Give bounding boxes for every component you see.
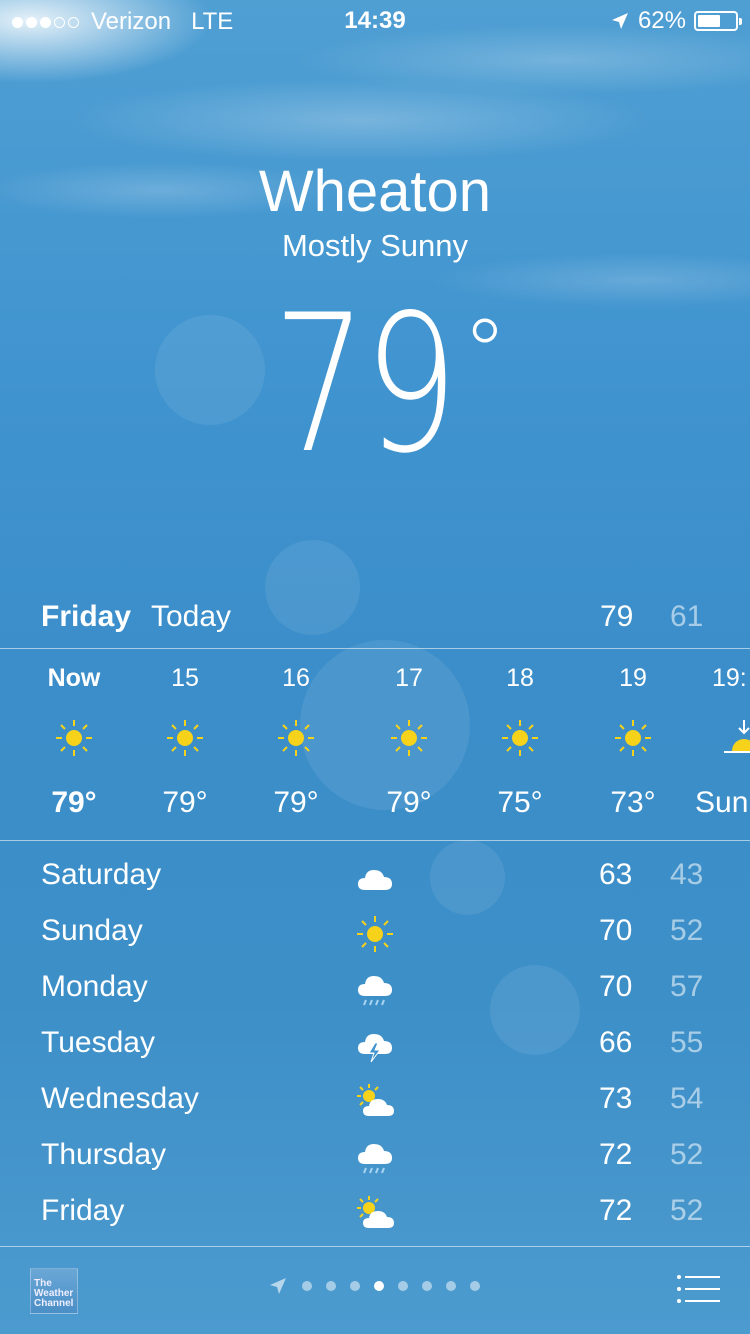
page-dot[interactable] — [302, 1281, 312, 1291]
battery-percent: 62% — [637, 7, 686, 34]
today-high: 79 — [600, 600, 634, 633]
today-day: Friday — [41, 600, 132, 633]
daily-row: Friday 72 52 — [0, 1184, 750, 1240]
location-arrow-icon — [270, 1278, 286, 1294]
day-name: Tuesday — [41, 1026, 155, 1059]
sun-icon — [278, 720, 314, 756]
page-indicator[interactable] — [268, 1276, 480, 1296]
day-low: 52 — [670, 1138, 704, 1171]
location-arrow-icon — [611, 13, 628, 29]
page-dot[interactable] — [350, 1281, 360, 1291]
page-dot[interactable] — [470, 1281, 480, 1291]
sun-icon — [167, 720, 203, 756]
current-condition: Mostly Sunny — [281, 228, 469, 263]
hourly-item: Now 79° — [19, 650, 129, 840]
day-name: Saturday — [41, 858, 162, 891]
city-list-icon[interactable] — [676, 1274, 720, 1304]
battery-icon — [694, 11, 742, 31]
page-dot[interactable] — [398, 1281, 408, 1291]
hour-temp: 79° — [273, 786, 319, 819]
cloud-icon — [358, 870, 392, 890]
hour-temp: 75° — [497, 786, 543, 819]
daily-row: Wednesday 73 54 — [0, 1072, 750, 1128]
thunderstorm-icon — [358, 1034, 392, 1063]
partly-cloudy-icon — [357, 1196, 394, 1228]
divider — [0, 1246, 750, 1247]
daily-row: Saturday 63 43 — [0, 848, 750, 904]
today-summary: Friday Today 79 61 — [0, 600, 750, 644]
day-name: Thursday — [41, 1138, 167, 1171]
page-dot-active[interactable] — [374, 1281, 384, 1291]
hourly-forecast[interactable]: Now 79° 15 79° 16 79° 17 79° 18 75° 19 7… — [0, 650, 750, 840]
hour-label: 19 — [619, 664, 647, 692]
daily-forecast[interactable]: Saturday 63 43 Sunday 70 52 Monday 70 57… — [0, 848, 750, 1240]
hour-label: 16 — [282, 664, 310, 692]
day-low: 43 — [670, 858, 704, 891]
page-dot[interactable] — [326, 1281, 336, 1291]
day-high: 63 — [599, 858, 633, 891]
page-dot[interactable] — [422, 1281, 432, 1291]
hour-temp: Sun — [695, 786, 749, 819]
day-low: 54 — [670, 1082, 704, 1115]
hour-label: 19: — [712, 664, 747, 692]
weather-channel-logo[interactable]: The Weather Channel — [30, 1268, 78, 1314]
sun-icon — [615, 720, 651, 756]
hour-temp: 79° — [51, 786, 97, 819]
hourly-item: 17 79° — [354, 650, 464, 840]
hour-label: Now — [47, 664, 101, 692]
sun-icon — [391, 720, 427, 756]
hour-temp: 79° — [162, 786, 208, 819]
hourly-item: 19: Sun — [690, 650, 750, 840]
rain-icon — [358, 976, 392, 1006]
daily-row: Thursday 72 52 — [0, 1128, 750, 1184]
status-bar: Verizon LTE 14:39 62% — [0, 0, 750, 40]
temperature-value: 79 — [272, 274, 457, 495]
divider — [0, 648, 750, 649]
day-name: Sunday — [41, 914, 143, 947]
daily-row: Sunday 70 52 — [0, 904, 750, 960]
day-low: 57 — [670, 970, 704, 1003]
city-name: Wheaton — [258, 159, 492, 224]
hour-label: 15 — [171, 664, 199, 692]
day-high: 70 — [599, 914, 633, 947]
today-low: 61 — [670, 600, 704, 633]
hour-temp: 73° — [610, 786, 656, 819]
day-name: Wednesday — [41, 1082, 199, 1115]
hour-label: 18 — [506, 664, 534, 692]
day-name: Monday — [41, 970, 148, 1003]
day-high: 73 — [599, 1082, 633, 1115]
hourly-item: 19 73° — [578, 650, 688, 840]
rain-icon — [358, 1144, 392, 1174]
degree-symbol: ° — [462, 300, 507, 405]
page-dot[interactable] — [446, 1281, 456, 1291]
day-high: 66 — [599, 1026, 633, 1059]
current-temperature: 79° — [0, 290, 750, 480]
hourly-item: 15 79° — [130, 650, 240, 840]
divider — [0, 840, 750, 841]
bottom-bar: The Weather Channel — [0, 1248, 750, 1334]
status-right: 62% — [610, 7, 742, 35]
day-name: Friday — [41, 1194, 125, 1227]
today-label: Today — [151, 600, 232, 633]
sun-icon — [56, 720, 92, 756]
hourly-item: 16 79° — [241, 650, 351, 840]
day-low: 55 — [670, 1026, 704, 1059]
day-low: 52 — [670, 914, 704, 947]
hourly-item: 18 75° — [465, 650, 575, 840]
day-high: 70 — [599, 970, 633, 1003]
sun-icon — [502, 720, 538, 756]
hour-temp: 79° — [386, 786, 432, 819]
day-high: 72 — [599, 1138, 633, 1171]
day-low: 52 — [670, 1194, 704, 1227]
partly-cloudy-icon — [357, 1084, 394, 1116]
hour-label: 17 — [395, 664, 423, 692]
daily-row: Tuesday 66 55 — [0, 1016, 750, 1072]
daily-row: Monday 70 57 — [0, 960, 750, 1016]
sunset-icon — [724, 720, 750, 753]
sun-icon — [357, 916, 393, 952]
day-high: 72 — [599, 1194, 633, 1227]
